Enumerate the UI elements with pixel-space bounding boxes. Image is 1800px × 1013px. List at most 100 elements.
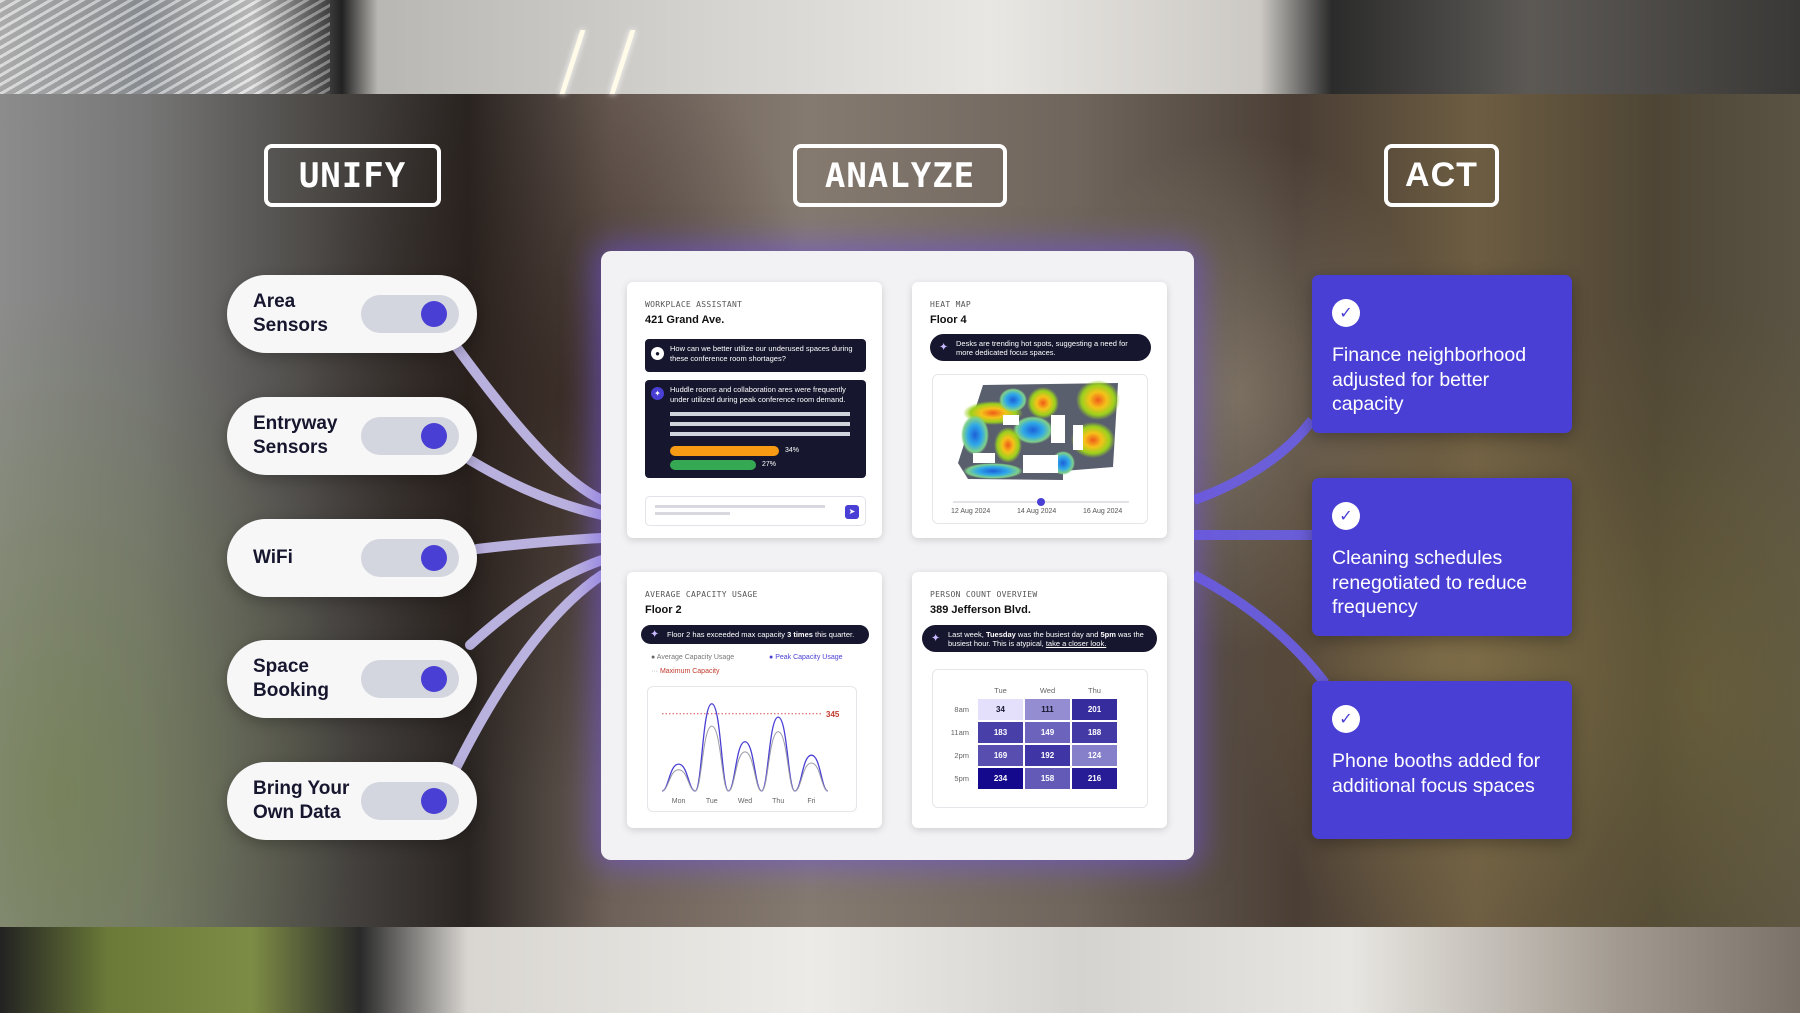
- max-capacity-label: 345: [826, 710, 840, 719]
- toggle-switch[interactable]: [361, 417, 459, 455]
- card-title: 389 Jefferson Blvd.: [930, 604, 1031, 616]
- bar-value: 34%: [785, 447, 800, 454]
- legend-label: Maximum Capacity: [659, 668, 720, 675]
- insight-bold: 3 times: [787, 630, 813, 639]
- closer-look-link[interactable]: take a closer look.: [1046, 639, 1106, 648]
- heatmap-cell[interactable]: 111: [1024, 698, 1071, 721]
- source-label: WiFi: [253, 547, 293, 568]
- toggle-switch[interactable]: [361, 660, 459, 698]
- sparkle-icon: ✦: [650, 628, 660, 640]
- chat-input[interactable]: ➤: [645, 496, 866, 526]
- heatmap-row: 8am 34 111 201: [937, 698, 1118, 721]
- source-toggle-byod[interactable]: Bring Your Own Data: [227, 762, 477, 840]
- column-header: Tue: [994, 685, 1007, 695]
- heatmap-cell[interactable]: 149: [1024, 721, 1071, 744]
- row-label: 8am: [954, 705, 969, 714]
- insight-bold: 5pm: [1100, 629, 1116, 639]
- x-tick-label: Thu: [772, 798, 784, 805]
- progress-bar-orange: [670, 446, 779, 456]
- insight-bold: Tuesday: [985, 629, 1016, 639]
- connector-act-3: [1191, 570, 1329, 687]
- action-card-finance: ✓ Finance neighborhood adjusted for bett…: [1312, 275, 1572, 433]
- heatmap-row: 5pm 234 158 216: [937, 767, 1118, 790]
- row-label: 5pm: [954, 774, 969, 783]
- heatmap-cell[interactable]: 234: [977, 767, 1024, 790]
- x-tick-label: Mon: [672, 798, 686, 805]
- heatmap-cell[interactable]: 188: [1071, 721, 1118, 744]
- source-label: Bring Your Own Data: [253, 778, 350, 823]
- insight-text: Last week,: [948, 629, 986, 639]
- heatmap-cell[interactable]: 158: [1024, 767, 1071, 790]
- heatmap-cell[interactable]: 201: [1071, 698, 1118, 721]
- date-label: 12 Aug 2024: [951, 508, 991, 515]
- user-avatar-icon: ●: [651, 347, 664, 360]
- date-label: 14 Aug 2024: [1017, 508, 1057, 515]
- x-tick-label: Tue: [706, 798, 718, 805]
- heatmap-row: 2pm 169 192 124: [937, 744, 1118, 767]
- source-label: Area Sensors: [253, 291, 328, 336]
- capacity-chart-svg: 345 Mon Tue Wed Thu Fri: [661, 703, 840, 805]
- text-placeholder-line: [670, 422, 850, 426]
- toggle-switch[interactable]: [361, 539, 459, 577]
- insight-text: this quarter.: [812, 630, 855, 639]
- card-title: 421 Grand Ave.: [645, 314, 725, 326]
- check-icon: ✓: [1332, 299, 1360, 327]
- heatmap-cell[interactable]: 34: [977, 698, 1024, 721]
- person-count-card: PERSON COUNT OVERVIEW 389 Jefferson Blvd…: [912, 572, 1167, 828]
- sparkle-icon: ✦: [651, 387, 664, 400]
- action-text: Cleaning schedules renegotiated to reduc…: [1332, 547, 1528, 618]
- source-toggle-area-sensors[interactable]: Area Sensors: [227, 275, 477, 353]
- heatmap-cell[interactable]: 124: [1071, 744, 1118, 767]
- card-title: Floor 4: [930, 314, 967, 326]
- question-text: How can we better utilize our underused …: [670, 344, 853, 363]
- date-label: 16 Aug 2024: [1083, 508, 1123, 515]
- source-toggle-space-booking[interactable]: Space Booking: [227, 640, 477, 718]
- text-placeholder-line: [670, 432, 850, 436]
- heat-map-card: HEAT MAP Floor 4 ✦ Desks are trending ho…: [912, 282, 1167, 538]
- column-header: Wed: [1039, 685, 1056, 695]
- capacity-usage-card: AVERAGE CAPACITY USAGE Floor 2 ✦ Floor 2…: [627, 572, 882, 828]
- card-kicker: PERSON COUNT OVERVIEW: [930, 590, 1038, 599]
- toggle-knob: [421, 788, 447, 814]
- connector-act-1: [1192, 417, 1317, 505]
- floor-plan-graphic: [953, 380, 1129, 506]
- heatmap-row: 11am 183 149 188: [937, 721, 1118, 744]
- heatmap-cell[interactable]: 183: [977, 721, 1024, 744]
- row-label: 11am: [950, 728, 969, 737]
- source-toggle-entryway-sensors[interactable]: Entryway Sensors: [227, 397, 477, 475]
- legend-average: ● Average Capacity Usage: [651, 654, 735, 661]
- text-placeholder-line: [670, 412, 850, 416]
- toggle-knob: [421, 301, 447, 327]
- heatmap-cell[interactable]: 192: [1024, 744, 1071, 767]
- x-tick-label: Fri: [807, 798, 816, 805]
- heatmap-cell[interactable]: 216: [1071, 767, 1118, 790]
- insight-text: Floor 2 has exceeded max capacity: [667, 630, 788, 639]
- send-button[interactable]: ➤: [845, 505, 859, 519]
- source-toggle-wifi[interactable]: WiFi: [227, 519, 477, 597]
- floor-plan-heatmap[interactable]: 12 Aug 2024 14 Aug 2024 16 Aug 2024: [932, 374, 1148, 524]
- analyze-panel: WORKPLACE ASSISTANT 421 Grand Ave. ● How…: [601, 251, 1194, 860]
- action-text: Phone booths added for additional focus …: [1332, 750, 1541, 797]
- assistant-answer: ✦ Huddle rooms and collaboration ares we…: [645, 380, 866, 478]
- action-card-phone-booths: ✓ Phone booths added for additional focu…: [1312, 681, 1572, 839]
- series-line-average: [661, 725, 829, 792]
- toggle-knob: [421, 545, 447, 571]
- heatmap-cell[interactable]: 169: [977, 744, 1024, 767]
- legend-max: ··· Maximum Capacity: [651, 668, 720, 675]
- person-count-insight: ✦ Last week, Tuesday was the busiest day…: [922, 625, 1157, 652]
- person-count-table: Tue Wed Thu 8am 34 111 201 11am 183 149 188 2pm 1…: [937, 682, 1118, 790]
- toggle-switch[interactable]: [361, 782, 459, 820]
- progress-bar-green: [670, 460, 756, 470]
- bar-value: 27%: [762, 461, 777, 468]
- toggle-knob: [421, 423, 447, 449]
- connector-wifi: [472, 533, 607, 554]
- insight-text: Desks are trending hot spots, suggesting…: [956, 338, 1128, 357]
- card-kicker: HEAT MAP: [930, 300, 971, 309]
- source-label: Entryway Sensors: [253, 413, 338, 458]
- row-label: 2pm: [954, 751, 969, 760]
- toggle-switch[interactable]: [361, 295, 459, 333]
- stage-label-analyze: ANALYZE: [793, 144, 1007, 207]
- sparkle-icon: ✦: [931, 632, 941, 644]
- connector-area-sensors: [450, 340, 607, 505]
- answer-text: Huddle rooms and collaboration ares were…: [670, 385, 846, 404]
